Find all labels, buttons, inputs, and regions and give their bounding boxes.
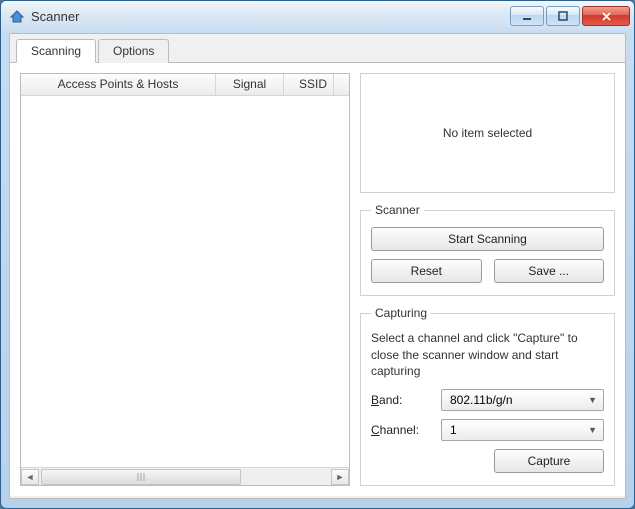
chevron-down-icon: ▼: [588, 425, 597, 435]
channel-label: Channel:: [371, 423, 441, 437]
reset-button[interactable]: Reset: [371, 259, 482, 283]
window-controls: [510, 6, 630, 26]
scan-results-list[interactable]: Access Points & Hosts Signal SSID ◄ ►: [20, 73, 350, 486]
tab-options[interactable]: Options: [98, 39, 169, 63]
detail-pane: No item selected Scanner Start Scanning …: [360, 73, 615, 486]
capturing-legend: Capturing: [371, 306, 431, 320]
tab-strip: Scanning Options: [10, 34, 625, 63]
window-title: Scanner: [31, 9, 510, 24]
tab-scanning[interactable]: Scanning: [16, 39, 96, 63]
scanner-group: Scanner Start Scanning Reset Save ...: [360, 203, 615, 296]
band-row: Band: 802.11b/g/n ▼: [371, 389, 604, 411]
scroll-thumb[interactable]: [41, 469, 241, 485]
band-select[interactable]: 802.11b/g/n ▼: [441, 389, 604, 411]
save-button[interactable]: Save ...: [494, 259, 605, 283]
channel-row: Channel: 1 ▼: [371, 419, 604, 441]
capture-button[interactable]: Capture: [494, 449, 604, 473]
scan-results-pane: Access Points & Hosts Signal SSID ◄ ►: [20, 73, 350, 486]
tab-body-scanning: Access Points & Hosts Signal SSID ◄ ►: [10, 63, 625, 496]
list-rows: [21, 96, 349, 467]
selection-preview: No item selected: [360, 73, 615, 193]
no-selection-label: No item selected: [443, 126, 532, 140]
scanner-window: Scanner Scanning Options Access Points &: [0, 0, 635, 509]
scroll-right-button[interactable]: ►: [331, 469, 349, 485]
scroll-track[interactable]: [39, 469, 331, 485]
band-value: 802.11b/g/n: [450, 393, 513, 407]
chevron-down-icon: ▼: [588, 395, 597, 405]
client-area: Scanning Options Access Points & Hosts S…: [9, 33, 626, 499]
start-scanning-button[interactable]: Start Scanning: [371, 227, 604, 251]
scroll-left-button[interactable]: ◄: [21, 469, 39, 485]
capturing-help-text: Select a channel and click "Capture" to …: [371, 330, 604, 379]
channel-select[interactable]: 1 ▼: [441, 419, 604, 441]
scanner-legend: Scanner: [371, 203, 424, 217]
minimize-button[interactable]: [510, 6, 544, 26]
col-signal[interactable]: Signal: [216, 74, 284, 95]
titlebar[interactable]: Scanner: [1, 1, 634, 31]
capturing-group: Capturing Select a channel and click "Ca…: [360, 306, 615, 486]
col-access-points[interactable]: Access Points & Hosts: [21, 74, 216, 95]
band-label: Band:: [371, 393, 441, 407]
app-icon: [9, 8, 25, 24]
horizontal-scrollbar[interactable]: ◄ ►: [21, 467, 349, 485]
list-header: Access Points & Hosts Signal SSID: [21, 74, 349, 96]
maximize-button[interactable]: [546, 6, 580, 26]
close-button[interactable]: [582, 6, 630, 26]
col-ssid[interactable]: SSID: [284, 74, 334, 95]
channel-value: 1: [450, 423, 457, 437]
